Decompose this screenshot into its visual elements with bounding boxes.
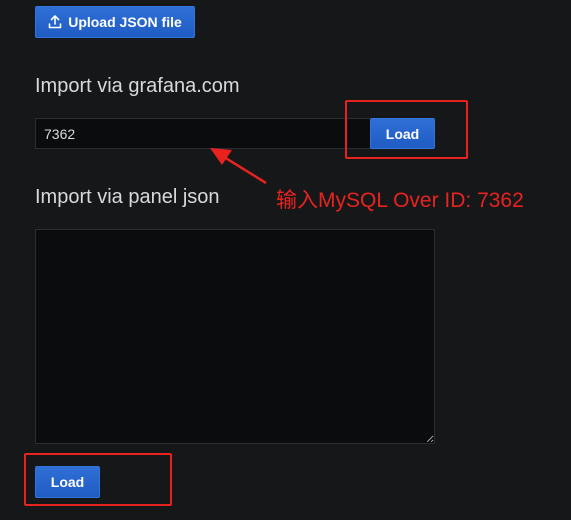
highlight-box-load-top bbox=[345, 100, 468, 159]
highlight-box-load-bottom bbox=[24, 453, 172, 506]
import-panel-json-title: Import via panel json bbox=[35, 186, 220, 208]
upload-icon bbox=[48, 15, 62, 29]
annotation-text: 输入MySQL Over ID: 7362 bbox=[276, 189, 524, 212]
upload-json-button[interactable]: Upload JSON file bbox=[35, 6, 195, 38]
upload-json-label: Upload JSON file bbox=[68, 14, 182, 30]
import-grafana-title: Import via grafana.com bbox=[35, 75, 240, 97]
panel-json-textarea[interactable] bbox=[35, 229, 435, 444]
grafana-id-input[interactable] bbox=[35, 118, 371, 149]
